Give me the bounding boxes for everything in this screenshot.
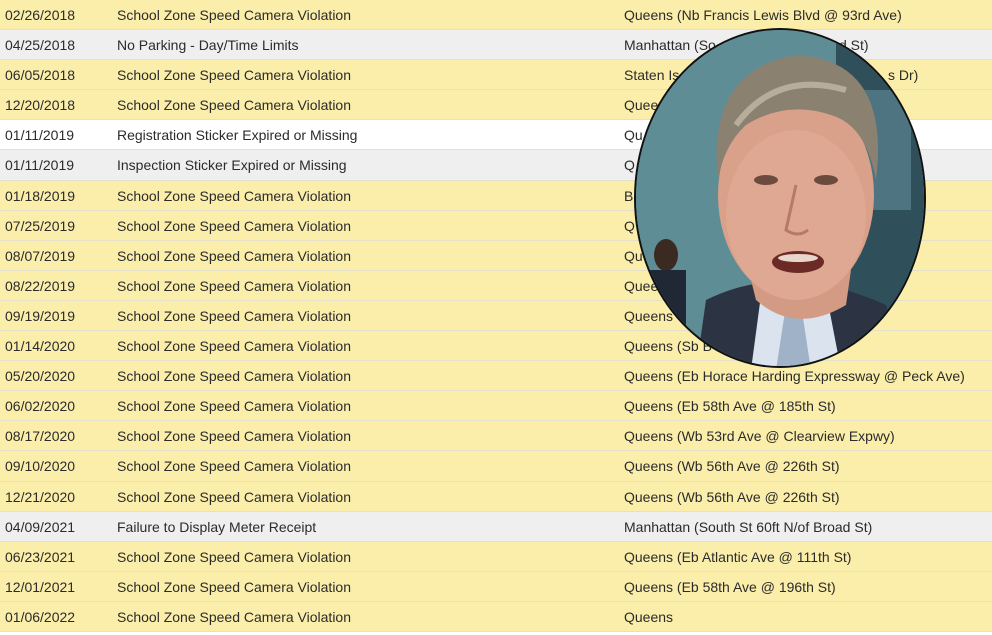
violation-date: 08/07/2019 (5, 247, 76, 264)
violation-date: 08/17/2020 (5, 428, 76, 445)
table-row: 12/21/2020 School Zone Speed Camera Viola… (0, 481, 992, 512)
violation-type: School Zone Speed Camera Violation (117, 338, 352, 355)
violation-location: Queens (Nb Francis Lewis Blvd @ 93rd Ave… (624, 7, 902, 23)
violation-date: 06/23/2021 (5, 548, 76, 565)
violation-type: School Zone Speed Camera Violation (117, 578, 352, 595)
violation-type: School Zone Speed Camera Violation (117, 277, 352, 294)
violation-date: 12/21/2020 (5, 488, 76, 505)
violation-location: B (624, 187, 634, 204)
violation-date: 04/09/2021 (5, 518, 76, 535)
violation-type: School Zone Speed Camera Violation (117, 67, 352, 84)
violation-type: School Zone Speed Camera Violation (117, 187, 352, 204)
table-row: 01/06/2022 School Zone Speed Camera Viola… (0, 601, 992, 632)
violation-location: Queens (Eb 58th Ave @ 185th St) (624, 398, 836, 415)
table-row: 12/01/2021 School Zone Speed Camera Viola… (0, 571, 992, 602)
table-row: 06/02/2020 School Zone Speed Camera Viola… (0, 391, 992, 422)
violation-date: 01/11/2019 (5, 157, 75, 174)
violation-date: 04/25/2018 (5, 37, 76, 54)
violation-location: Queens (624, 608, 674, 625)
violation-location: Queens (Eb 58th Ave @ 196th St) (624, 578, 836, 595)
violation-type: School Zone Speed Camera Violation (117, 97, 352, 114)
violation-location: Queens (Wb 56th Ave @ 226th St) (624, 458, 840, 475)
portrait-photo-icon (634, 28, 926, 368)
violation-location: Q (624, 217, 635, 234)
violation-date: 01/06/2022 (5, 608, 76, 625)
violation-type: School Zone Speed Camera Violation (117, 488, 352, 505)
violation-type: School Zone Speed Camera Violation (117, 428, 352, 445)
violation-date: 06/05/2018 (5, 67, 76, 84)
violation-type: Inspection Sticker Expired or Missing (117, 157, 347, 174)
violation-type: School Zone Speed Camera Violation (117, 398, 352, 415)
violation-type: School Zone Speed Camera Violation (117, 307, 352, 324)
violation-date: 05/20/2020 (5, 368, 76, 385)
violation-date: 09/19/2019 (5, 307, 76, 324)
violation-type: Failure to Display Meter Receipt (117, 518, 317, 535)
violation-location: Q (624, 157, 635, 174)
table-row: 06/23/2021 School Zone Speed Camera Viola… (0, 541, 992, 572)
violation-date: 01/11/2019 (5, 127, 75, 144)
violation-date: 08/22/2019 (5, 277, 76, 294)
violation-type: School Zone Speed Camera Violation (117, 7, 352, 23)
violation-type: School Zone Speed Camera Violation (117, 217, 352, 234)
violation-type: School Zone Speed Camera Violation (117, 548, 352, 565)
violation-date: 01/14/2020 (5, 338, 76, 355)
violation-type: Registration Sticker Expired or Missing (117, 127, 358, 144)
violation-date: 09/10/2020 (5, 458, 76, 475)
table-row: 08/17/2020 School Zone Speed Camera Viola… (0, 421, 992, 452)
violation-date: 06/02/2020 (5, 398, 76, 415)
violation-type: School Zone Speed Camera Violation (117, 608, 352, 625)
violation-date: 12/01/2021 (5, 578, 76, 595)
violation-location: Queens (Eb Atlantic Ave @ 111th St) (624, 548, 852, 565)
violation-date: 01/18/2019 (5, 187, 76, 204)
table-row: 09/10/2020 School Zone Speed Camera Viola… (0, 451, 992, 482)
table-row: 02/26/2018 School Zone Speed Camera Viola… (0, 0, 992, 31)
violation-type: School Zone Speed Camera Violation (117, 368, 352, 385)
violation-location: Queens (Wb 56th Ave @ 226th St) (624, 488, 840, 505)
violation-date: 02/26/2018 (5, 7, 76, 23)
table-row: 04/09/2021 Failure to Display Meter Recei… (0, 511, 992, 542)
violation-date: 07/25/2019 (5, 217, 76, 234)
violation-type: School Zone Speed Camera Violation (117, 247, 352, 264)
violation-type: School Zone Speed Camera Violation (117, 458, 352, 475)
violation-location: Queens (Wb 53rd Ave @ Clearview Expwy) (624, 428, 895, 445)
violation-type: No Parking - Day/Time Limits (117, 37, 299, 54)
violation-location: Manhattan (South St 60ft N/of Broad St) (624, 518, 873, 535)
violation-date: 12/20/2018 (5, 97, 76, 114)
